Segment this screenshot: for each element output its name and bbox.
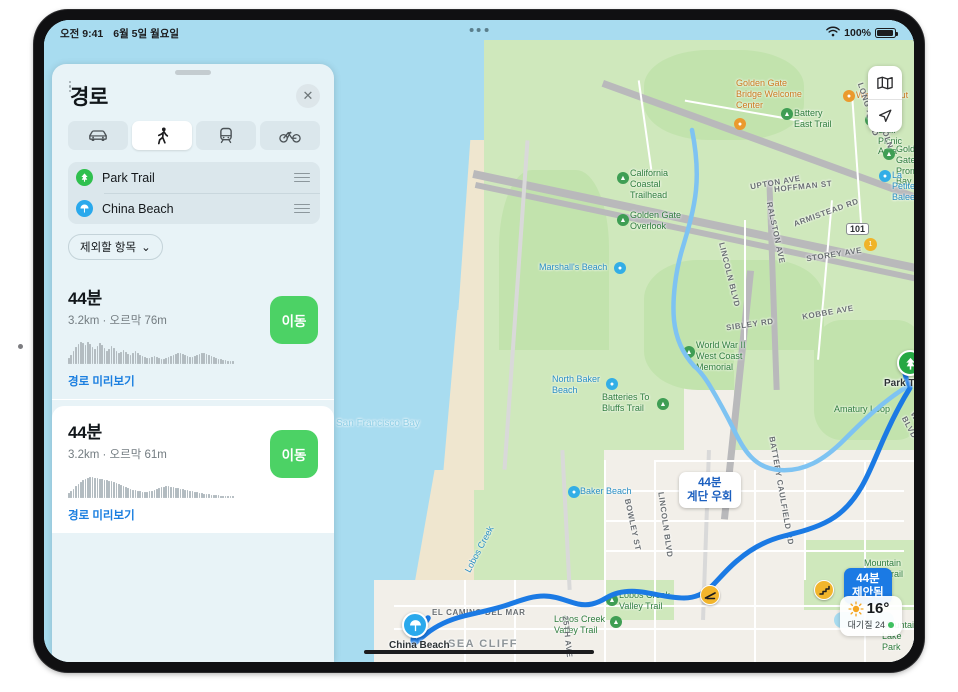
bicycle-icon (279, 131, 301, 143)
map-layers-icon (877, 76, 893, 89)
route-options-list: 44분 3.2km · 오르막 76m 경로 미리보기 이동 44분 3.2km… (52, 272, 334, 533)
endpoint-destination-label: China Beach (102, 201, 174, 216)
locate-me-button[interactable] (868, 99, 902, 132)
memorial-icon[interactable]: ▲ (683, 346, 695, 358)
status-bar: 오전 9:41 6월 5일 월요일 100% (44, 20, 914, 46)
slope-badge[interactable] (700, 585, 720, 605)
lobos-trail-icon-2[interactable]: ▲ (610, 616, 622, 628)
beach-icon-nbaker[interactable]: ● (606, 378, 618, 390)
avoid-options-label: 제외할 항목 (80, 242, 137, 254)
status-date: 6월 5일 월요일 (113, 27, 180, 40)
poi-north-baker-beach[interactable]: North Baker Beach (552, 374, 600, 396)
weather-aqi-label: 대기질 24 (847, 620, 885, 630)
beach-icon-marshall[interactable]: ● (614, 262, 626, 274)
route-divider (52, 399, 334, 400)
wifi-icon (826, 26, 840, 40)
callout-alt-route[interactable]: 44분 계단 우회 (679, 472, 741, 509)
endpoints-list: Park Trail China Beach (68, 81, 320, 224)
road-v6 (804, 460, 806, 580)
stairs-badge[interactable] (814, 580, 834, 600)
weather-widget[interactable]: 16° 대기질 24 (839, 596, 902, 636)
lobos-trail-icon-1[interactable]: ▲ (606, 594, 618, 606)
poi-batteries-to-bluffs[interactable]: Batteries To Bluffs Trail (602, 392, 649, 414)
poi-la-petite-baleen[interactable]: La Petite Baleen (892, 170, 914, 202)
bluffs-icon[interactable]: ▲ (657, 398, 669, 410)
sun-icon (848, 600, 864, 617)
location-arrow-icon (879, 109, 892, 122)
poi-ggb-welcome-center[interactable]: Golden Gate Bridge Welcome Center (736, 78, 802, 110)
home-indicator[interactable] (364, 649, 594, 654)
map-controls[interactable] (868, 66, 902, 132)
poi-amatury-loop[interactable]: Amatury Loop (834, 404, 890, 415)
walk-icon (157, 127, 168, 144)
poi-ww2-memorial[interactable]: World War II West Coast Memorial (696, 340, 746, 372)
start-pin-icon (76, 169, 93, 186)
overlook-icon[interactable]: ▲ (617, 214, 629, 226)
endpoint-start-label: Park Trail (102, 170, 155, 185)
directions-panel: 경로 ✕ Park Trail China Beach 제외할 항목 ⌄ 44분… (52, 64, 334, 662)
car-icon (89, 129, 107, 141)
tab-transit[interactable] (196, 121, 256, 150)
drag-handle-icon-2[interactable] (294, 203, 310, 214)
battery-icon (875, 28, 898, 38)
chevron-down-icon: ⌄ (141, 242, 151, 254)
park-icon[interactable]: ▲ (781, 108, 793, 120)
slope-icon (704, 591, 716, 599)
poi-battery-east-trail[interactable]: Battery East Trail (794, 108, 832, 130)
road-v4 (654, 460, 656, 662)
map-layers-button[interactable] (868, 66, 902, 99)
map-pin-end[interactable] (402, 612, 428, 638)
weather-temperature: 16° (866, 600, 890, 617)
go-button-2[interactable]: 이동 (270, 430, 318, 478)
street-el-camino-del-mar: EL CAMINO DEL MAR (432, 608, 526, 617)
tab-cycle[interactable] (260, 121, 320, 150)
trailhead-icon[interactable]: ▲ (617, 172, 629, 184)
close-button[interactable]: ✕ (296, 84, 320, 108)
road-v5 (754, 470, 756, 662)
endpoint-destination-row[interactable]: China Beach (68, 193, 320, 224)
route-preview-link[interactable]: 경로 미리보기 (68, 373, 320, 389)
aqi-status-dot (888, 621, 894, 628)
map-pin-start-label: Park Trail (884, 378, 914, 389)
poi-ca-coastal-trailhead[interactable]: California Coastal Trailhead (630, 168, 668, 200)
beach-icon-baker[interactable]: ● (568, 486, 580, 498)
poi-baker-beach[interactable]: Baker Beach (580, 486, 632, 497)
tab-drive[interactable] (68, 121, 128, 150)
train-icon (220, 127, 232, 144)
route-card-2[interactable]: 44분 3.2km · 오르막 61m 경로 미리보기 이동 (52, 406, 334, 533)
ipad-screen: Golden Gate Bridge Welcome Center ● Warm… (44, 20, 914, 662)
avoid-options-dropdown[interactable]: 제외할 항목 ⌄ (68, 234, 163, 260)
drag-handle-icon[interactable] (294, 172, 310, 183)
highway-exit-icon: 1 (864, 238, 877, 251)
food-icon[interactable]: ● (734, 118, 746, 130)
volume-button[interactable] (18, 344, 23, 349)
road-h6 (654, 460, 914, 462)
screenshot-frame: Golden Gate Bridge Welcome Center ● Warm… (0, 0, 958, 692)
tab-walk[interactable] (132, 121, 192, 150)
multitasking-handle[interactable] (469, 28, 489, 32)
route-preview-link-2[interactable]: 경로 미리보기 (68, 507, 320, 523)
stairs-icon (818, 585, 830, 595)
umbrella-icon (409, 619, 421, 631)
highway-shield-101: 101 (846, 223, 870, 235)
close-icon: ✕ (302, 88, 314, 103)
poi-gg-overlook[interactable]: Golden Gate Overlook (630, 210, 681, 232)
route-card-1[interactable]: 44분 3.2km · 오르막 76m 경로 미리보기 이동 (52, 272, 334, 399)
battery-percent: 100% (844, 27, 871, 39)
poi-san-francisco-bay: San Francisco Bay (336, 418, 420, 429)
page-title: 경로 (70, 86, 109, 109)
poi-marshalls-beach[interactable]: Marshall's Beach (539, 262, 607, 273)
poi-lobos-creek-trail-1[interactable]: Lobos Creek Valley Trail (619, 590, 670, 612)
transport-mode-tabs[interactable] (52, 121, 334, 150)
warming-hut-icon[interactable]: ● (843, 90, 855, 102)
endpoint-start-row[interactable]: Park Trail (68, 162, 320, 193)
status-time: 오전 9:41 (60, 27, 104, 40)
go-button-1[interactable]: 이동 (270, 296, 318, 344)
destination-pin-icon (76, 200, 93, 217)
tree-icon (905, 357, 914, 370)
